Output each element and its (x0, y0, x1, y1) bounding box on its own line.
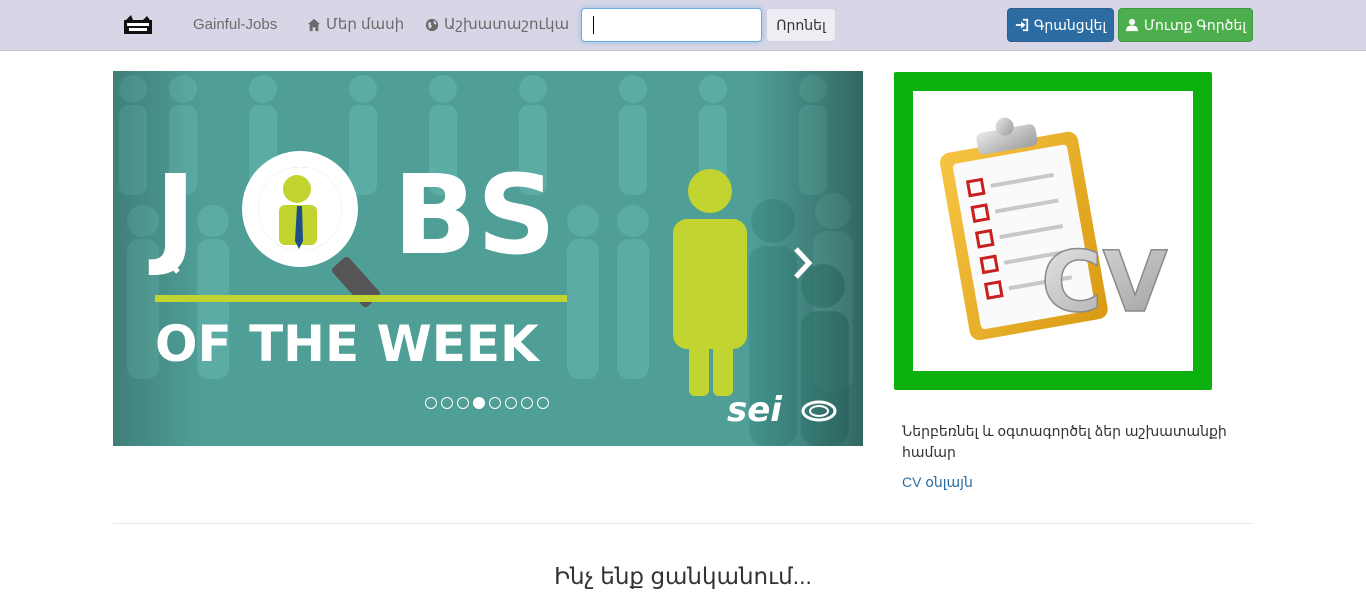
nav-worldwide-link[interactable]: Աշխատաշուկա (425, 0, 569, 50)
site-logo[interactable] (118, 10, 158, 40)
nav-brand-link[interactable]: Gainful-Jobs (193, 0, 277, 50)
cv-image-text: CV (1041, 233, 1168, 331)
text-caret (593, 16, 594, 34)
nav-worldwide-label: Աշխատաշուկա (444, 16, 570, 33)
chevron-left-icon (161, 242, 180, 274)
nav-about-link[interactable]: Մեր մասի (307, 0, 404, 50)
sign-in-icon (1015, 18, 1028, 32)
navbar: Gainful-Jobs Մեր մասի Աշխատաշուկա Որոնել… (0, 0, 1366, 51)
banner-brand: sei (727, 390, 783, 430)
register-button[interactable]: Մուտք Գործել (1118, 8, 1253, 42)
carousel-indicator-active[interactable] (473, 397, 485, 409)
carousel-indicator[interactable] (457, 397, 469, 409)
section-divider (113, 523, 1253, 524)
carousel-banner-image: J BS OF THE WEEK sei (113, 71, 863, 446)
home-icon (307, 18, 321, 32)
register-label: Մուտք Գործել (1143, 16, 1247, 33)
login-button[interactable]: Գրանցվել (1007, 8, 1114, 42)
clipboard-cv-icon: CV (940, 117, 1168, 341)
cv-online-link[interactable]: CV օնլայն (902, 474, 973, 491)
nav-about-label: Մեր մասի (326, 16, 405, 33)
carousel-indicator[interactable] (537, 397, 549, 409)
cv-image-frame[interactable]: CV (894, 72, 1212, 390)
jobs-carousel: J BS OF THE WEEK sei (113, 71, 863, 446)
carousel-indicator[interactable] (425, 397, 437, 409)
search-button[interactable]: Որոնել (766, 8, 836, 42)
carousel-indicator[interactable] (505, 397, 517, 409)
banner-subtitle: OF THE WEEK (155, 315, 541, 373)
carousel-indicator[interactable] (521, 397, 533, 409)
nav-brand-label: Gainful-Jobs (193, 16, 278, 33)
login-label: Գրանցվել (1033, 16, 1107, 33)
chevron-right-icon (794, 247, 813, 279)
carousel-next-control[interactable] (792, 246, 814, 289)
carousel-prev-control[interactable] (160, 241, 182, 284)
carousel-indicator[interactable] (441, 397, 453, 409)
carousel-indicator[interactable] (489, 397, 501, 409)
carousel-indicators (425, 397, 549, 409)
banner-letters-bs: BS (393, 151, 556, 279)
user-icon (1125, 18, 1139, 32)
cv-image: CV (913, 91, 1193, 371)
cv-description: Ներբեռնել և օգտագործել ձեր աշխատանքի համ… (902, 423, 1227, 460)
globe-icon (425, 18, 439, 32)
search-input[interactable] (581, 8, 762, 42)
logo-icon (124, 15, 152, 34)
section-heading: Ինչ ենք ցանկանում... (554, 563, 812, 589)
